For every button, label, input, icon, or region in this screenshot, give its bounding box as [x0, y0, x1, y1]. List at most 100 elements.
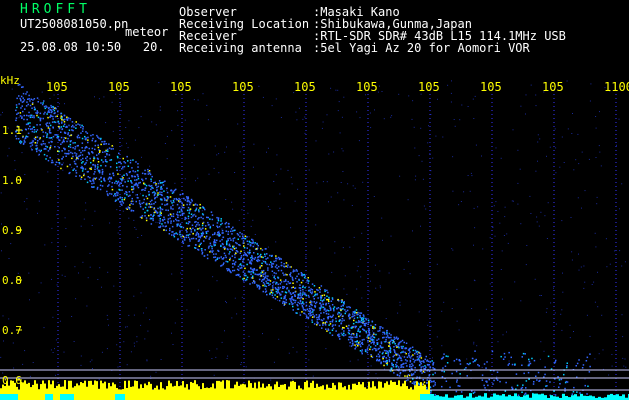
echo-point [126, 174, 128, 176]
echo-point [380, 361, 382, 363]
echo-point [243, 277, 245, 280]
noise-point [471, 308, 473, 309]
echo-point [447, 355, 449, 358]
echo-point [216, 225, 218, 227]
noise-point [482, 248, 484, 250]
echo-point [264, 273, 266, 275]
echo-point [190, 213, 193, 215]
echo-point [38, 149, 40, 152]
echo-point [170, 215, 173, 217]
echo-point [164, 199, 166, 201]
echo-point [173, 198, 176, 200]
echo-point [93, 157, 96, 159]
echo-point [318, 314, 321, 316]
echo-point [32, 102, 34, 104]
carrier-band [328, 387, 330, 400]
echo-point [146, 202, 148, 205]
noise-floor [622, 394, 625, 400]
echo-point [222, 263, 224, 266]
noise-point [121, 110, 123, 112]
carrier-band [228, 380, 230, 400]
echo-point [244, 235, 247, 237]
echo-point [73, 160, 76, 163]
echo-point [68, 150, 70, 152]
echo-point [67, 137, 69, 140]
echo-point [252, 257, 254, 260]
carrier-band [378, 381, 380, 400]
noise-point [578, 253, 579, 255]
noise-point [432, 157, 434, 159]
echo-point [477, 364, 479, 366]
echo-point [74, 142, 76, 144]
echo-point [33, 116, 35, 119]
echo-point [338, 315, 340, 318]
echo-point [289, 266, 291, 268]
echo-point [155, 184, 157, 187]
carrier-band [56, 385, 58, 400]
echo-point [161, 208, 164, 211]
echo-point [160, 188, 162, 190]
noise-point [85, 209, 87, 211]
noise-point [520, 105, 522, 107]
echo-point [225, 260, 227, 263]
echo-point [376, 359, 378, 362]
echo-point [416, 350, 418, 353]
echo-point [46, 125, 48, 127]
echo-point [97, 163, 99, 166]
carrier-band [362, 382, 364, 400]
noise-point [142, 179, 144, 180]
echo-point [16, 113, 18, 115]
noise-point [126, 142, 127, 144]
echo-point [152, 187, 154, 189]
echo-point [121, 199, 123, 201]
echo-point [278, 265, 280, 268]
echo-point [137, 166, 139, 168]
noise-point [534, 278, 536, 280]
echo-point [198, 210, 200, 213]
echo-point [262, 281, 265, 284]
echo-point [230, 239, 232, 241]
echo-point [127, 206, 130, 208]
echo-point [251, 275, 254, 277]
echo-point [576, 391, 578, 393]
echo-point [30, 98, 32, 100]
carrier-band [316, 383, 318, 400]
echo-point [339, 314, 342, 317]
echo-point [138, 202, 141, 204]
noise-point [150, 375, 152, 377]
echo-point [189, 208, 192, 210]
echo-point [42, 140, 44, 142]
echo-point [346, 306, 348, 308]
echo-point [554, 394, 557, 396]
echo-point [409, 361, 412, 363]
echo-point [127, 180, 129, 182]
echo-point [263, 277, 266, 280]
echo-point [257, 259, 259, 261]
echo-point [327, 291, 329, 294]
echo-point [299, 284, 301, 286]
echo-point [260, 253, 262, 256]
echo-point [374, 345, 377, 347]
echo-point [356, 316, 359, 319]
echo-point [144, 215, 146, 217]
noise-point [224, 330, 225, 332]
echo-point [385, 340, 387, 343]
echo-point [52, 105, 54, 108]
x-tick-label: 105 [108, 80, 130, 94]
noise-point [608, 374, 610, 376]
echo-point [134, 184, 137, 186]
carrier-band [92, 384, 94, 400]
echo-point [149, 185, 151, 187]
echo-point [176, 211, 179, 213]
echo-point [488, 378, 490, 381]
echo-point [271, 285, 274, 287]
echo-point [332, 319, 334, 321]
echo-point [68, 145, 70, 148]
noise-point [494, 235, 496, 237]
echo-point [236, 268, 239, 271]
echo-point [240, 250, 242, 253]
noise-point [399, 301, 401, 303]
echo-point [103, 178, 105, 180]
echo-point [354, 348, 356, 350]
noise-point [64, 103, 65, 105]
